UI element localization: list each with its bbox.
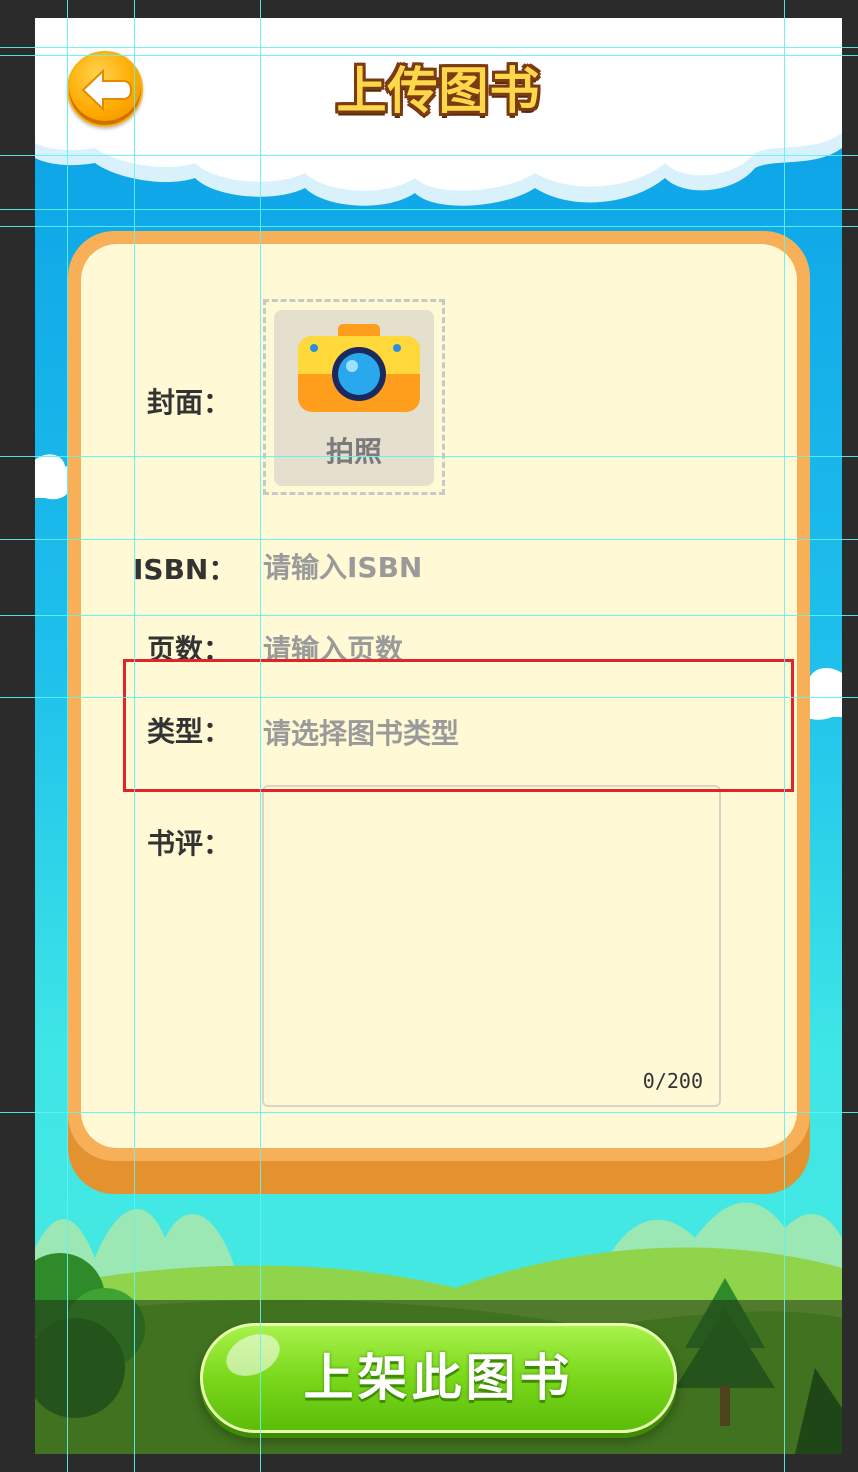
guide-line (0, 209, 858, 210)
review-label: 书评： (147, 827, 232, 860)
selection-box (123, 659, 794, 792)
guide-line (0, 155, 858, 156)
back-button[interactable] (67, 51, 143, 127)
review-textarea[interactable]: 0/200 (262, 785, 721, 1107)
guide-line (0, 539, 858, 540)
guide-line (260, 0, 261, 1472)
isbn-label: ISBN： (133, 553, 237, 586)
isbn-input[interactable]: 请输入ISBN (263, 546, 422, 586)
photo-upload-box[interactable]: 拍照 (263, 299, 445, 495)
submit-button[interactable]: 上架此图书 (200, 1323, 677, 1433)
guide-line (0, 1112, 858, 1113)
guide-line (0, 226, 858, 227)
page-title: 上传图书 (336, 62, 541, 120)
guide-line (0, 55, 858, 56)
guide-line (0, 697, 858, 698)
guide-line (134, 0, 135, 1472)
guide-line (0, 615, 858, 616)
back-arrow-icon (81, 68, 133, 112)
photo-label: 拍照 (325, 435, 382, 468)
cover-label: 封面： (147, 386, 232, 419)
camera-icon (298, 324, 420, 412)
photo-button[interactable]: 拍照 (274, 310, 434, 486)
guide-line (0, 456, 858, 457)
review-counter: 0/200 (642, 1069, 703, 1093)
submit-label: 上架此图书 (303, 1349, 574, 1407)
guide-line (67, 0, 68, 1472)
guide-line (784, 0, 785, 1472)
guide-line (0, 47, 858, 48)
